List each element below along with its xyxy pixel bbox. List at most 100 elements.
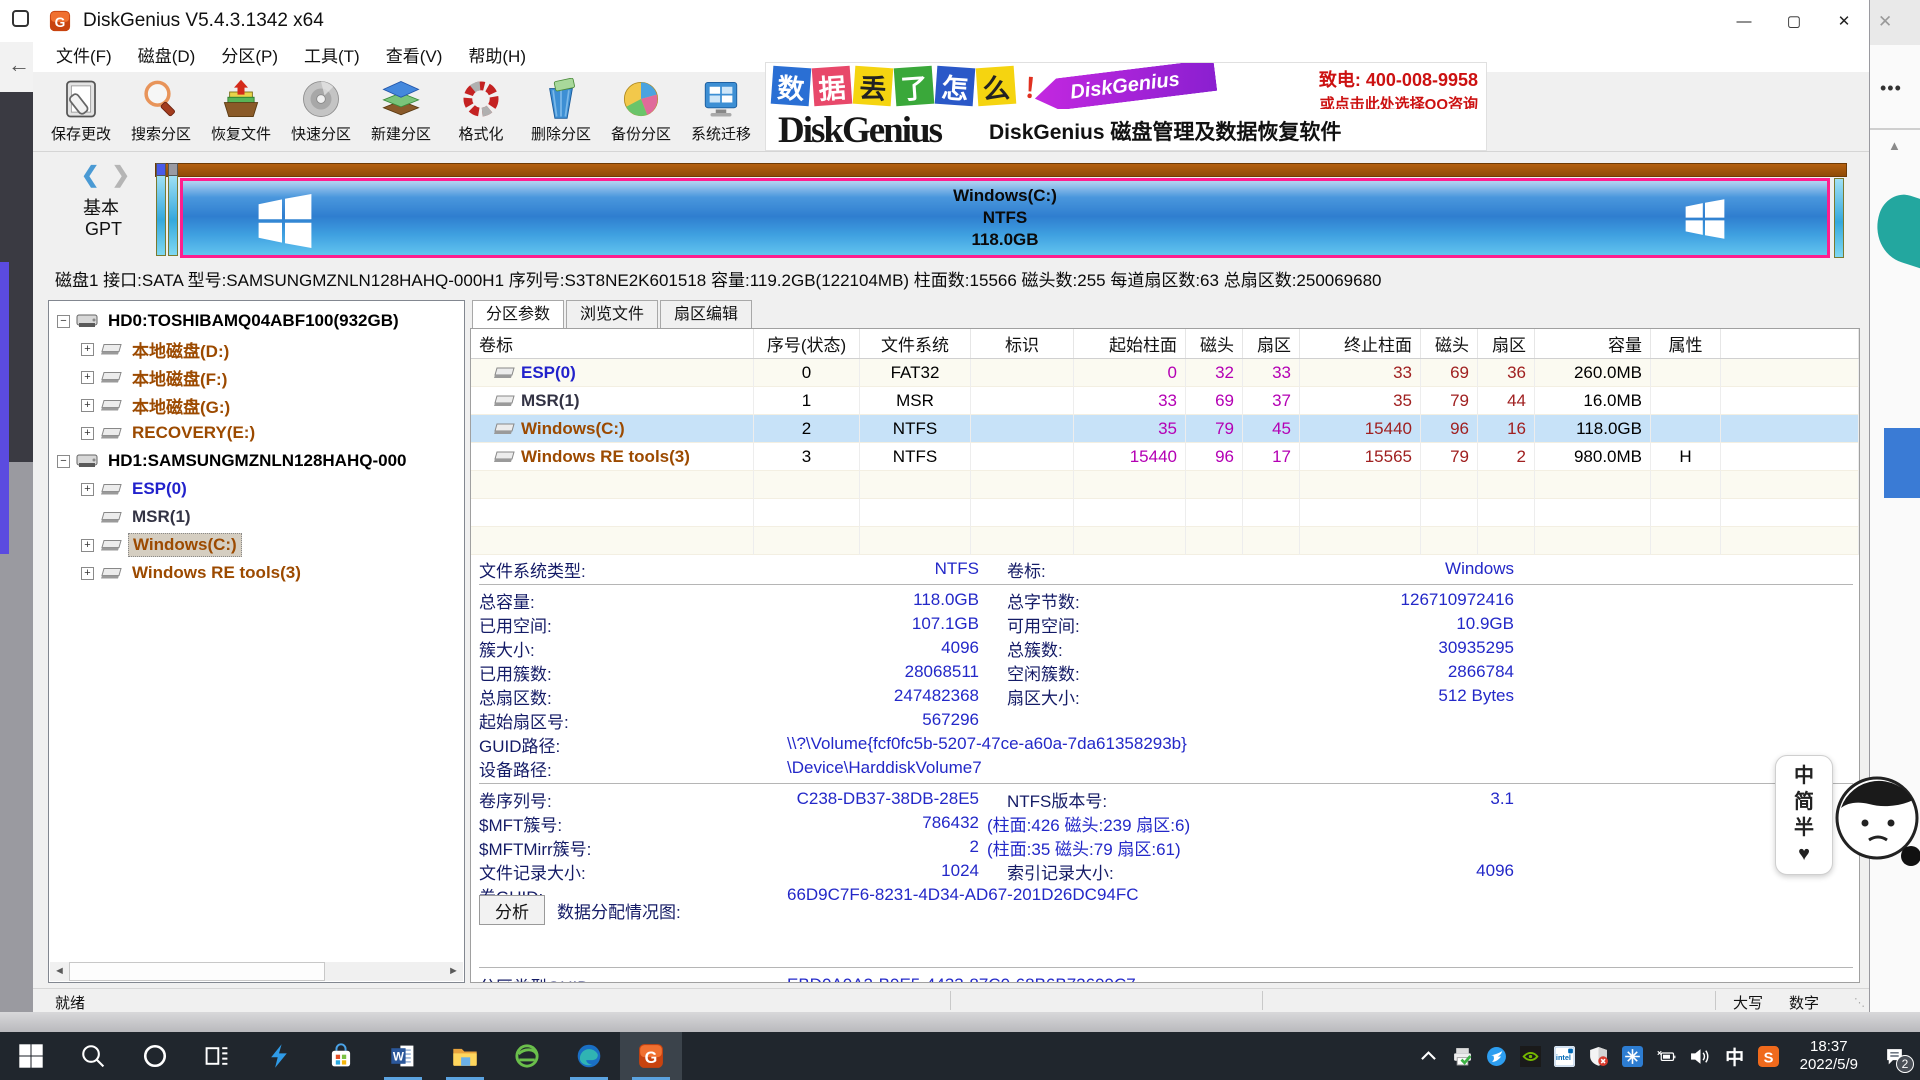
search-partition-button[interactable]: 搜索分区: [121, 72, 201, 150]
column-header[interactable]: 容量: [1535, 329, 1651, 358]
flash-app-button[interactable]: [248, 1032, 310, 1080]
tray-snowflake[interactable]: [1616, 1032, 1650, 1080]
ie-button[interactable]: [496, 1032, 558, 1080]
expand-icon[interactable]: +: [81, 539, 94, 552]
tray-intel[interactable]: intel: [1548, 1032, 1582, 1080]
taskbar-search-button[interactable]: [62, 1032, 124, 1080]
table-row-windows-c-[interactable]: Windows(C:)2NTFS357945154409616118.0GB: [471, 415, 1859, 443]
tree-item--g-[interactable]: +本地磁盘(G:): [49, 391, 464, 419]
tray-volume[interactable]: [1684, 1032, 1718, 1080]
menu-item-4[interactable]: 查看(V): [373, 42, 456, 72]
partition-sliver-winre[interactable]: [1834, 178, 1844, 258]
menu-item-1[interactable]: 磁盘(D): [125, 42, 209, 72]
ime-mode-char[interactable]: 中: [1794, 764, 1814, 788]
taskbar-clock[interactable]: 18:37 2022/5/9: [1800, 1038, 1858, 1074]
ime-mode-char[interactable]: 半: [1794, 816, 1814, 840]
file-explorer-button[interactable]: [434, 1032, 496, 1080]
tray-printer[interactable]: [1446, 1032, 1480, 1080]
scroll-right-icon[interactable]: ►: [444, 962, 463, 981]
resize-grip[interactable]: ⋱: [1854, 996, 1865, 1009]
maximize-button[interactable]: ▢: [1769, 0, 1819, 42]
delete-partition-button[interactable]: 删除分区: [521, 72, 601, 150]
start-button[interactable]: [0, 1032, 62, 1080]
cortana-button[interactable]: [124, 1032, 186, 1080]
partition-sliver-esp[interactable]: [156, 163, 166, 256]
more-dots-icon[interactable]: •••: [1880, 78, 1902, 99]
back-arrow-icon[interactable]: ←: [0, 42, 33, 92]
column-header[interactable]: 终止柱面: [1300, 329, 1421, 358]
save-changes-button[interactable]: 保存更改: [41, 72, 121, 150]
column-header[interactable]: 卷标: [471, 329, 754, 358]
nav-left-icon[interactable]: ❮: [81, 162, 99, 187]
close-icon[interactable]: ✕: [1870, 0, 1920, 45]
menu-item-3[interactable]: 工具(T): [291, 42, 373, 72]
partition-sliver-msr[interactable]: [168, 163, 178, 256]
tray-nvidia[interactable]: [1514, 1032, 1548, 1080]
column-header[interactable]: 扇区: [1478, 329, 1535, 358]
tree-item-windows-re-tools-3-[interactable]: +Windows RE tools(3): [49, 559, 464, 587]
expand-icon[interactable]: +: [81, 567, 94, 580]
scroll-up-icon[interactable]: ▲: [1888, 138, 1901, 153]
tray-security[interactable]: [1582, 1032, 1616, 1080]
edge-button[interactable]: [558, 1032, 620, 1080]
partition-bar-windows-c[interactable]: Windows(C:) NTFS 118.0GB: [180, 178, 1830, 258]
sogou-ime-widget[interactable]: 中简半♥: [1775, 755, 1833, 875]
word-button[interactable]: W: [372, 1032, 434, 1080]
tree-item-msr-1-[interactable]: MSR(1): [49, 503, 464, 531]
minimize-button[interactable]: —: [1719, 0, 1769, 42]
tab-0[interactable]: 分区参数: [472, 300, 564, 328]
expand-icon[interactable]: +: [81, 343, 94, 356]
tray-ime[interactable]: 中: [1718, 1032, 1752, 1080]
tab-1[interactable]: 浏览文件: [566, 300, 658, 328]
new-partition-button[interactable]: 新建分区: [361, 72, 441, 150]
ad-banner[interactable]: 数据丢了怎么！ DiskGenius 致电: 400-008-9958 或点击此…: [765, 62, 1487, 151]
tree-item-hd0-toshibamq04abf100-932gb-[interactable]: −HD0:TOSHIBAMQ04ABF100(932GB): [49, 307, 464, 335]
task-view-button[interactable]: [186, 1032, 248, 1080]
column-header[interactable]: 文件系统: [860, 329, 971, 358]
tree-item--d-[interactable]: +本地磁盘(D:): [49, 335, 464, 363]
collapse-icon[interactable]: −: [57, 315, 70, 328]
scroll-left-icon[interactable]: ◄: [50, 962, 69, 981]
column-header[interactable]: 磁头: [1186, 329, 1243, 358]
column-header[interactable]: 属性: [1651, 329, 1721, 358]
ime-mode-char[interactable]: 简: [1794, 790, 1814, 814]
expand-icon[interactable]: +: [81, 371, 94, 384]
tree-item-hd1-samsungmznln128hahq-000[interactable]: −HD1:SAMSUNGMZNLN128HAHQ-000: [49, 447, 464, 475]
tray-dingtalk[interactable]: [1480, 1032, 1514, 1080]
analyze-button[interactable]: 分析: [479, 895, 545, 925]
horizontal-scrollbar[interactable]: ◄►: [50, 962, 463, 981]
nav-right-icon[interactable]: ❯: [112, 162, 130, 187]
table-row-esp-0-[interactable]: ESP(0)0FAT3203233336936260.0MB: [471, 359, 1859, 387]
tray-battery[interactable]: [1650, 1032, 1684, 1080]
column-header[interactable]: 扇区: [1243, 329, 1300, 358]
scrollbar-thumb[interactable]: [69, 962, 325, 981]
tree-item-windows-c-[interactable]: +Windows(C:): [49, 531, 464, 559]
menu-item-5[interactable]: 帮助(H): [455, 42, 539, 72]
tray-chevron-up[interactable]: [1412, 1032, 1446, 1080]
diskgenius-button[interactable]: G: [620, 1032, 682, 1080]
expand-icon[interactable]: +: [81, 399, 94, 412]
ime-heart-icon[interactable]: ♥: [1798, 842, 1810, 866]
menu-item-2[interactable]: 分区(P): [208, 42, 291, 72]
tab-2[interactable]: 扇区编辑: [660, 300, 752, 328]
menu-item-0[interactable]: 文件(F): [43, 42, 125, 72]
table-row-windows-re-tools-3-[interactable]: Windows RE tools(3)3NTFS1544096171556579…: [471, 443, 1859, 471]
close-button[interactable]: ✕: [1819, 0, 1869, 42]
backup-partition-button[interactable]: 备份分区: [601, 72, 681, 150]
quick-partition-button[interactable]: 快速分区: [281, 72, 361, 150]
column-header[interactable]: 磁头: [1421, 329, 1478, 358]
tree-item--f-[interactable]: +本地磁盘(F:): [49, 363, 464, 391]
tray-sogou[interactable]: S: [1752, 1032, 1786, 1080]
action-center-button[interactable]: 2: [1868, 1032, 1920, 1080]
column-header[interactable]: 序号(状态): [754, 329, 860, 358]
tree-item-recovery-e-[interactable]: +RECOVERY(E:): [49, 419, 464, 447]
recover-files-button[interactable]: 恢复文件: [201, 72, 281, 150]
expand-icon[interactable]: +: [81, 483, 94, 496]
column-header[interactable]: 起始柱面: [1074, 329, 1186, 358]
system-migration-button[interactable]: 系统迁移: [681, 72, 761, 150]
collapse-icon[interactable]: −: [57, 455, 70, 468]
format-button[interactable]: 格式化: [441, 72, 521, 150]
store-button[interactable]: [310, 1032, 372, 1080]
column-header[interactable]: 标识: [971, 329, 1074, 358]
expand-icon[interactable]: +: [81, 427, 94, 440]
